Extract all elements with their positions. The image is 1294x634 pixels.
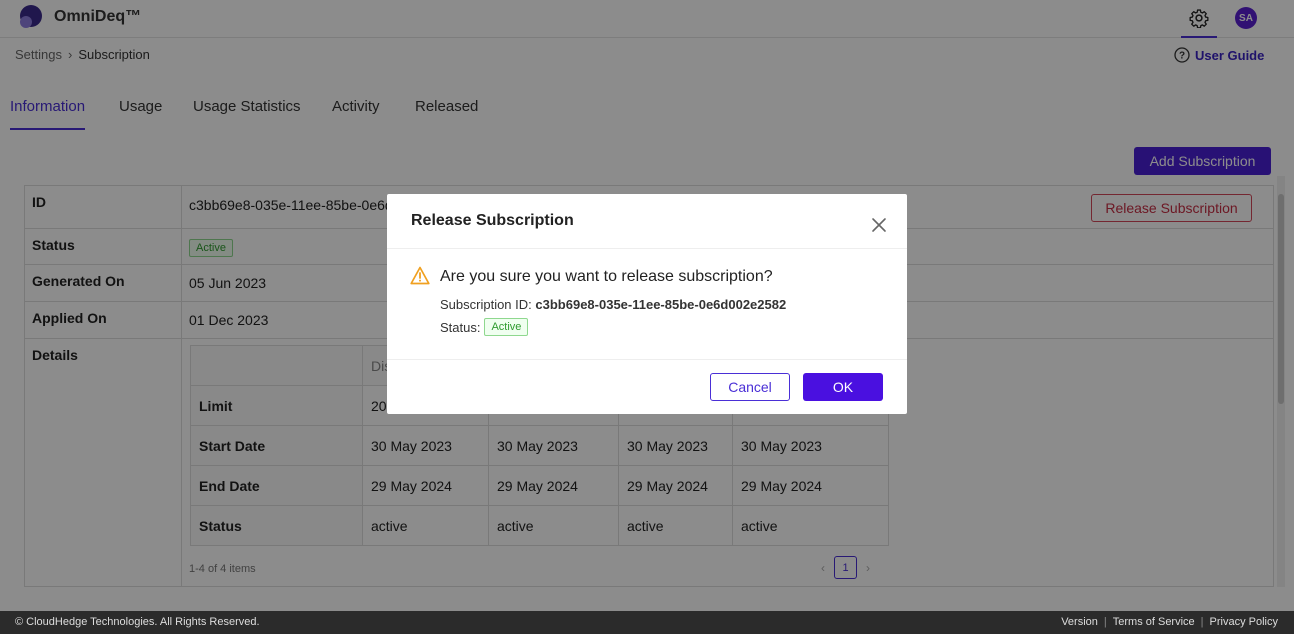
subscription-id-value: c3bb69e8-035e-11ee-85be-0e6d002e2582 bbox=[535, 297, 787, 312]
divider bbox=[387, 359, 907, 360]
footer-links: Version | Terms of Service | Privacy Pol… bbox=[1061, 616, 1278, 628]
release-subscription-dialog: Release Subscription Are you sure you wa… bbox=[387, 194, 907, 414]
privacy-link[interactable]: Privacy Policy bbox=[1210, 616, 1278, 628]
footer: © CloudHedge Technologies. All Rights Re… bbox=[0, 611, 1294, 634]
terms-link[interactable]: Terms of Service bbox=[1113, 616, 1195, 628]
subscription-id-line: Subscription ID: c3bb69e8-035e-11ee-85be… bbox=[440, 297, 786, 312]
copyright-text: © CloudHedge Technologies. All Rights Re… bbox=[15, 616, 260, 628]
warning-icon bbox=[410, 266, 430, 285]
version-link[interactable]: Version bbox=[1061, 616, 1098, 628]
dialog-question: Are you sure you want to release subscri… bbox=[440, 268, 773, 285]
cancel-button[interactable]: Cancel bbox=[710, 373, 790, 401]
status-label: Status: bbox=[440, 319, 481, 335]
ok-button[interactable]: OK bbox=[803, 373, 883, 401]
subscription-id-label: Subscription ID: bbox=[440, 297, 532, 312]
divider bbox=[387, 248, 907, 249]
divider: | bbox=[1200, 616, 1204, 628]
status-badge: Active bbox=[484, 318, 529, 336]
dialog-title: Release Subscription bbox=[411, 212, 574, 229]
status-line: Status: Active bbox=[440, 318, 529, 336]
close-icon[interactable] bbox=[870, 216, 888, 234]
divider: | bbox=[1103, 616, 1107, 628]
